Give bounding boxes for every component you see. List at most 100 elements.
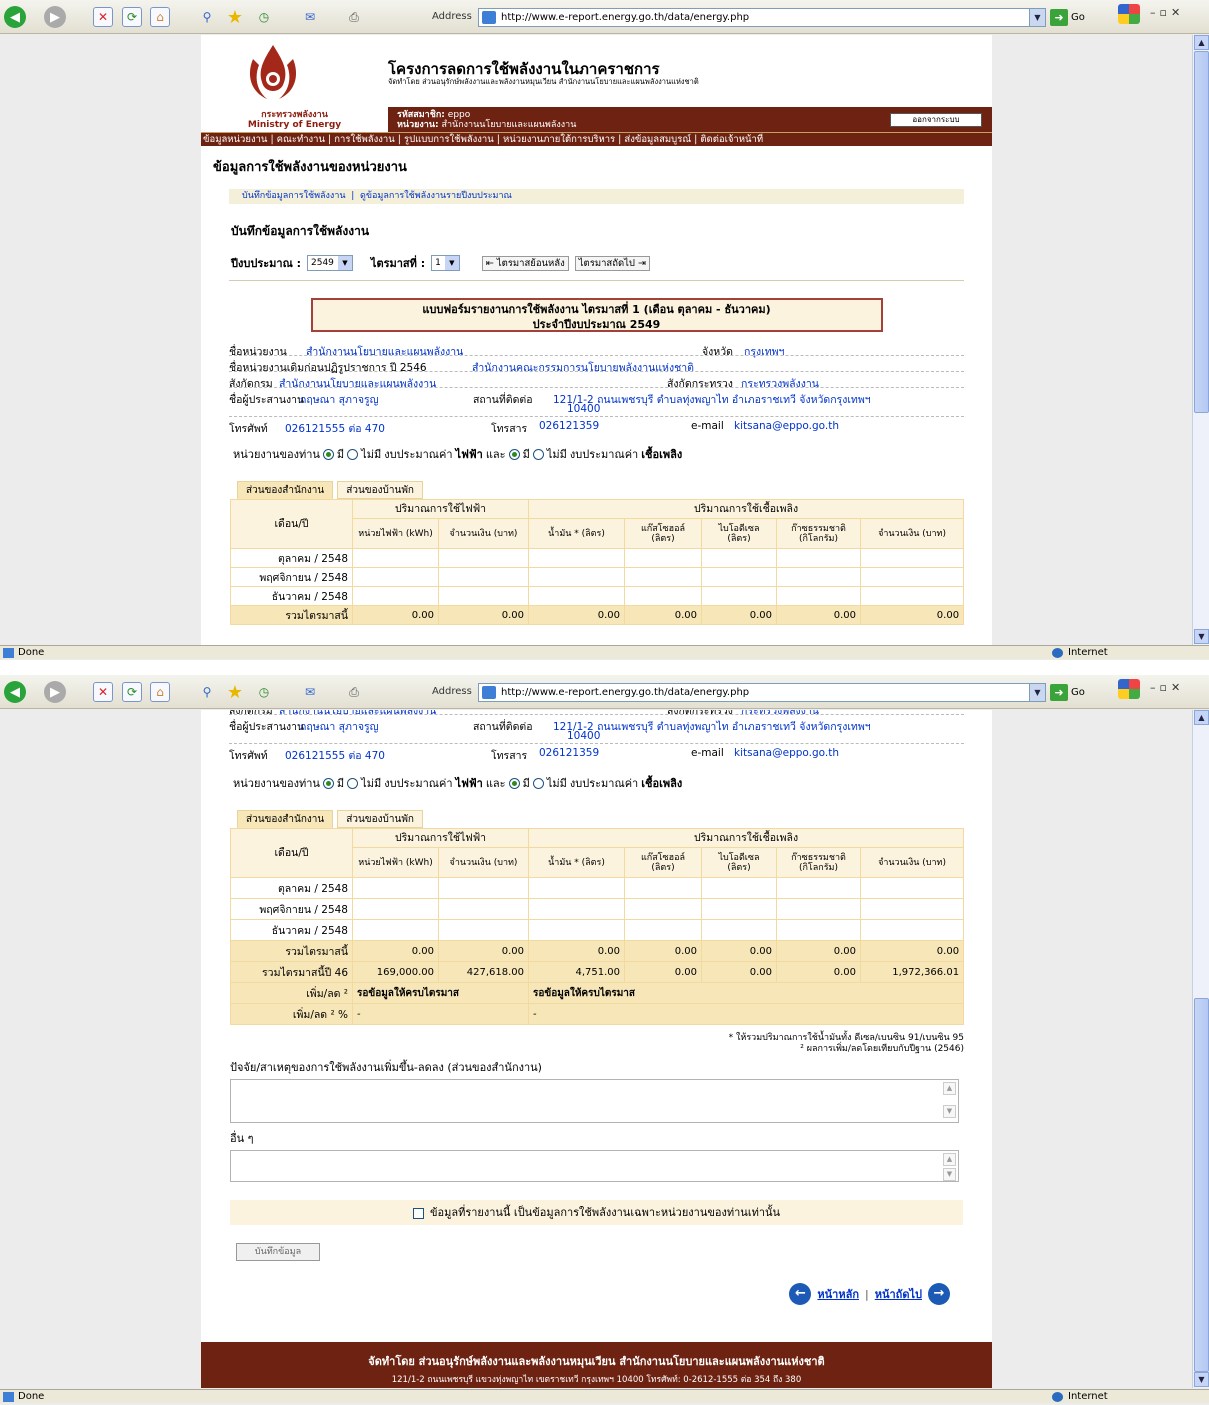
input-cell[interactable] [352, 919, 439, 941]
fuel-yes-radio[interactable] [508, 448, 520, 460]
mail-icon[interactable]: ✉ [300, 7, 320, 27]
input-cell[interactable] [701, 586, 777, 606]
stop-icon[interactable]: ✕ [93, 682, 113, 702]
input-cell[interactable] [624, 877, 702, 899]
back-icon[interactable]: ◀ [4, 6, 26, 28]
tab-residence[interactable]: ส่วนของบ้านพัก [337, 481, 423, 499]
menu-item-sub-units[interactable]: หน่วยงานภายใต้การบริหาร [503, 134, 615, 145]
home-link[interactable]: หน้าหลัก [817, 1285, 859, 1303]
elec-yes-radio[interactable] [322, 777, 334, 789]
scroll-thumb[interactable] [1194, 51, 1209, 413]
input-cell[interactable] [352, 898, 439, 920]
input-cell[interactable] [624, 919, 702, 941]
favorites-icon[interactable]: ★ [225, 7, 245, 28]
refresh-icon[interactable]: ⟳ [122, 682, 142, 702]
subnav-view-yearly[interactable]: ดูข้อมูลการใช้พลังงานรายปีงบประมาณ [360, 191, 512, 201]
arrow-left-icon[interactable]: ← [789, 1283, 812, 1305]
go-button[interactable]: ➜ Go [1050, 684, 1085, 701]
vertical-scrollbar[interactable]: ▲ ▼ [1192, 35, 1209, 645]
menu-item-pattern[interactable]: รูปแบบการใช้พลังงาน [404, 134, 494, 145]
input-cell[interactable] [701, 877, 777, 899]
scroll-up-icon[interactable]: ▲ [1194, 35, 1209, 50]
prev-quarter-button[interactable]: ⇤ ไตรมาสย้อนหลัง [481, 255, 569, 271]
textarea-scrollbar[interactable]: ▲ ▼ [943, 1153, 956, 1191]
favorites-icon[interactable]: ★ [225, 682, 245, 703]
input-cell[interactable] [701, 898, 777, 920]
input-cell[interactable] [438, 586, 529, 606]
input-cell[interactable] [859, 567, 965, 587]
next-quarter-button[interactable]: ไตรมาสถัดไป ⇥ [574, 255, 650, 271]
arrow-right-icon[interactable]: → [928, 1283, 950, 1305]
input-cell[interactable] [438, 567, 529, 587]
mail-icon[interactable]: ✉ [300, 682, 320, 702]
address-bar[interactable]: http://www.e-report.energy.go.th/data/en… [478, 8, 1046, 27]
home-icon[interactable]: ⌂ [150, 682, 170, 702]
elec-no-radio[interactable] [347, 777, 359, 789]
scroll-thumb[interactable] [1194, 998, 1209, 1372]
scroll-up-icon[interactable]: ▲ [1194, 710, 1209, 725]
input-cell[interactable] [528, 919, 625, 941]
input-cell[interactable] [701, 919, 777, 941]
input-cell[interactable] [701, 567, 777, 587]
search-icon[interactable]: ⚲ [197, 7, 217, 27]
chevron-down-icon[interactable]: ▼ [1029, 9, 1045, 26]
fuel-yes-radio[interactable] [508, 777, 520, 789]
input-cell[interactable] [352, 548, 439, 568]
fuel-no-radio[interactable] [532, 777, 544, 789]
input-cell[interactable] [776, 877, 861, 899]
input-cell[interactable] [352, 877, 439, 899]
input-cell[interactable] [624, 548, 702, 568]
vertical-scrollbar[interactable]: ▲ ▼ [1192, 710, 1209, 1388]
tab-residence[interactable]: ส่วนของบ้านพัก [337, 810, 423, 828]
back-icon[interactable]: ◀ [4, 681, 26, 703]
history-icon[interactable]: ◷ [254, 7, 274, 27]
elec-yes-radio[interactable] [322, 448, 334, 460]
quarter-select[interactable]: 1 ▼ [431, 255, 460, 271]
fuel-no-radio[interactable] [532, 448, 544, 460]
textarea-scrollbar[interactable]: ▲ ▼ [943, 1082, 956, 1120]
scroll-down-icon[interactable]: ▼ [1194, 1372, 1209, 1387]
window-controls[interactable]: –▫✕ [1150, 6, 1184, 19]
input-cell[interactable] [528, 877, 625, 899]
tab-office[interactable]: ส่วนของสำนักงาน [237, 481, 334, 499]
chevron-down-icon[interactable]: ▼ [1029, 684, 1045, 701]
scroll-down-icon[interactable]: ▼ [943, 1168, 956, 1181]
scroll-down-icon[interactable]: ▼ [1194, 629, 1209, 644]
history-icon[interactable]: ◷ [254, 682, 274, 702]
input-cell[interactable] [438, 919, 529, 941]
input-cell[interactable] [859, 877, 965, 899]
input-cell[interactable] [859, 919, 965, 941]
input-cell[interactable] [624, 898, 702, 920]
go-button[interactable]: ➜ Go [1050, 9, 1085, 26]
input-cell[interactable] [528, 548, 625, 568]
input-cell[interactable] [776, 898, 861, 920]
next-page-link[interactable]: หน้าถัดไป [875, 1285, 922, 1303]
input-cell[interactable] [859, 548, 965, 568]
elec-no-radio[interactable] [347, 448, 359, 460]
menu-item-committee[interactable]: คณะทำงาน [277, 134, 325, 145]
menu-item-submit[interactable]: ส่งข้อมูลสมบูรณ์ [624, 134, 691, 145]
input-cell[interactable] [438, 898, 529, 920]
input-cell[interactable] [776, 548, 861, 568]
tab-office[interactable]: ส่วนของสำนักงาน [237, 810, 334, 828]
scroll-up-icon[interactable]: ▲ [943, 1153, 956, 1166]
refresh-icon[interactable]: ⟳ [122, 7, 142, 27]
save-button[interactable]: บันทึกข้อมูล [236, 1243, 320, 1261]
print-icon[interactable]: ⎙ [344, 682, 364, 702]
input-cell[interactable] [776, 567, 861, 587]
input-cell[interactable] [701, 548, 777, 568]
menu-item-contact[interactable]: ติดต่อเจ้าหน้าที่ [700, 134, 763, 145]
reason-textarea[interactable]: ▲ ▼ [230, 1079, 959, 1123]
input-cell[interactable] [776, 919, 861, 941]
input-cell[interactable] [438, 548, 529, 568]
input-cell[interactable] [352, 567, 439, 587]
scroll-down-icon[interactable]: ▼ [943, 1105, 956, 1118]
year-select[interactable]: 2549 ▼ [307, 255, 353, 271]
input-cell[interactable] [528, 586, 625, 606]
input-cell[interactable] [859, 586, 965, 606]
input-cell[interactable] [352, 586, 439, 606]
home-icon[interactable]: ⌂ [150, 7, 170, 27]
input-cell[interactable] [776, 586, 861, 606]
window-controls[interactable]: –▫✕ [1150, 681, 1184, 694]
input-cell[interactable] [528, 567, 625, 587]
